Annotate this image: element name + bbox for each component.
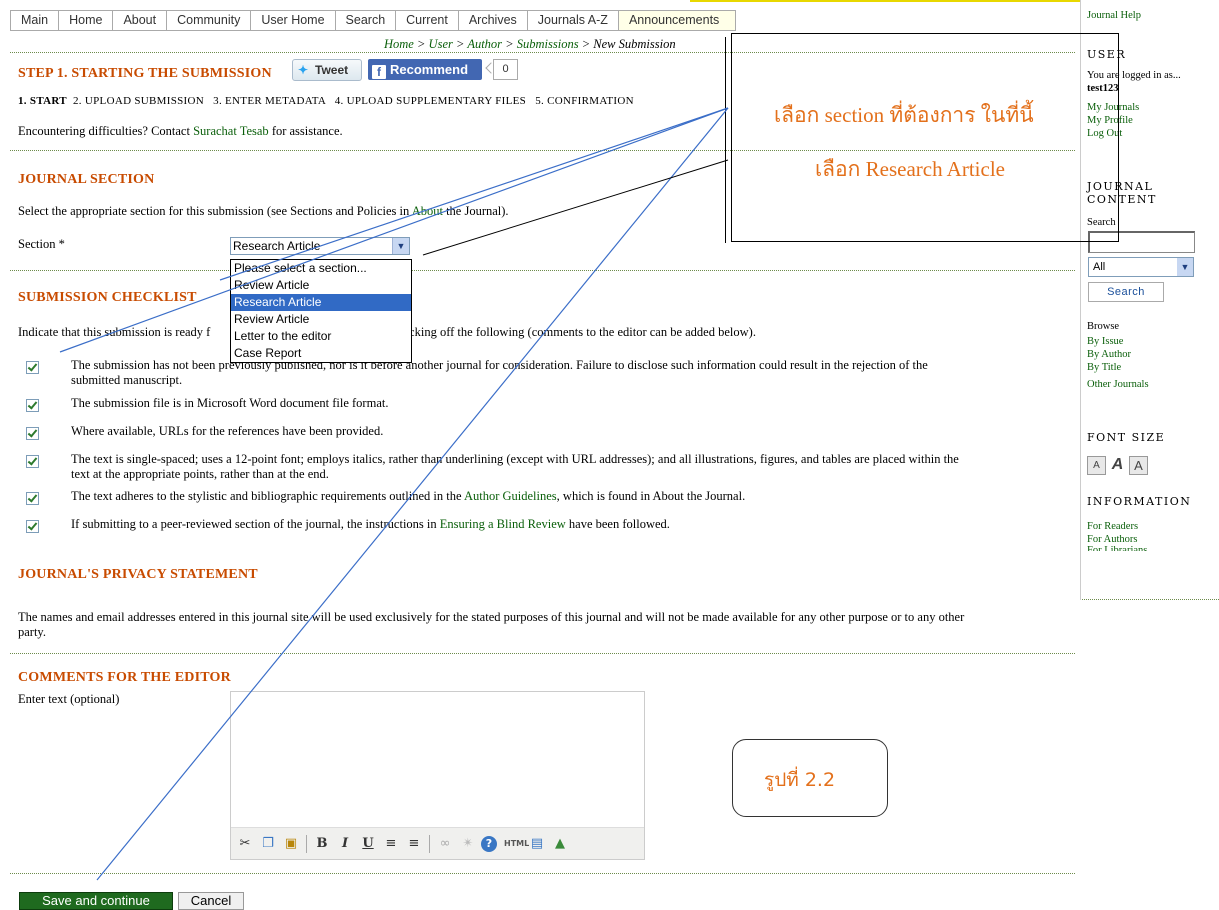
- pointer-line-to-select: [219, 107, 729, 281]
- pointer-line-to-dropdown: [422, 159, 729, 256]
- annotation-arrows: [59, 107, 729, 881]
- figure-label: รูปที่ 2.2: [764, 769, 836, 791]
